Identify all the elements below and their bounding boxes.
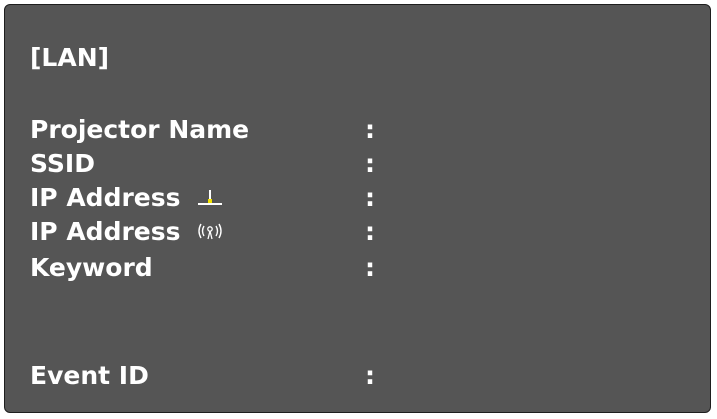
panel-title: [LAN]	[30, 43, 110, 72]
row-ip-address-wired: IP Address	[30, 181, 225, 215]
ssid-label: SSID	[30, 149, 95, 178]
row-projector-name: Projector Name	[30, 113, 249, 147]
wireless-lan-icon	[195, 218, 225, 246]
keyword-separator: :	[365, 253, 375, 282]
ip-address-wireless-label: IP Address	[30, 217, 181, 246]
row-ip-address-wireless: IP Address	[30, 215, 225, 249]
keyword-label: Keyword	[30, 253, 153, 282]
ssid-separator: :	[365, 149, 375, 178]
wired-lan-icon	[195, 184, 225, 212]
row-keyword: Keyword	[30, 251, 153, 285]
projector-name-separator: :	[365, 115, 375, 144]
row-ssid: SSID	[30, 147, 95, 181]
event-id-separator: :	[365, 361, 375, 390]
ip-address-wireless-separator: :	[365, 217, 375, 246]
ip-address-wired-label: IP Address	[30, 183, 181, 212]
ip-address-wired-separator: :	[365, 183, 375, 212]
lan-info-panel: [LAN] Projector Name : SSID : IP Address…	[4, 4, 711, 413]
row-event-id: Event ID	[30, 359, 149, 393]
projector-name-label: Projector Name	[30, 115, 250, 144]
event-id-label: Event ID	[30, 361, 149, 390]
